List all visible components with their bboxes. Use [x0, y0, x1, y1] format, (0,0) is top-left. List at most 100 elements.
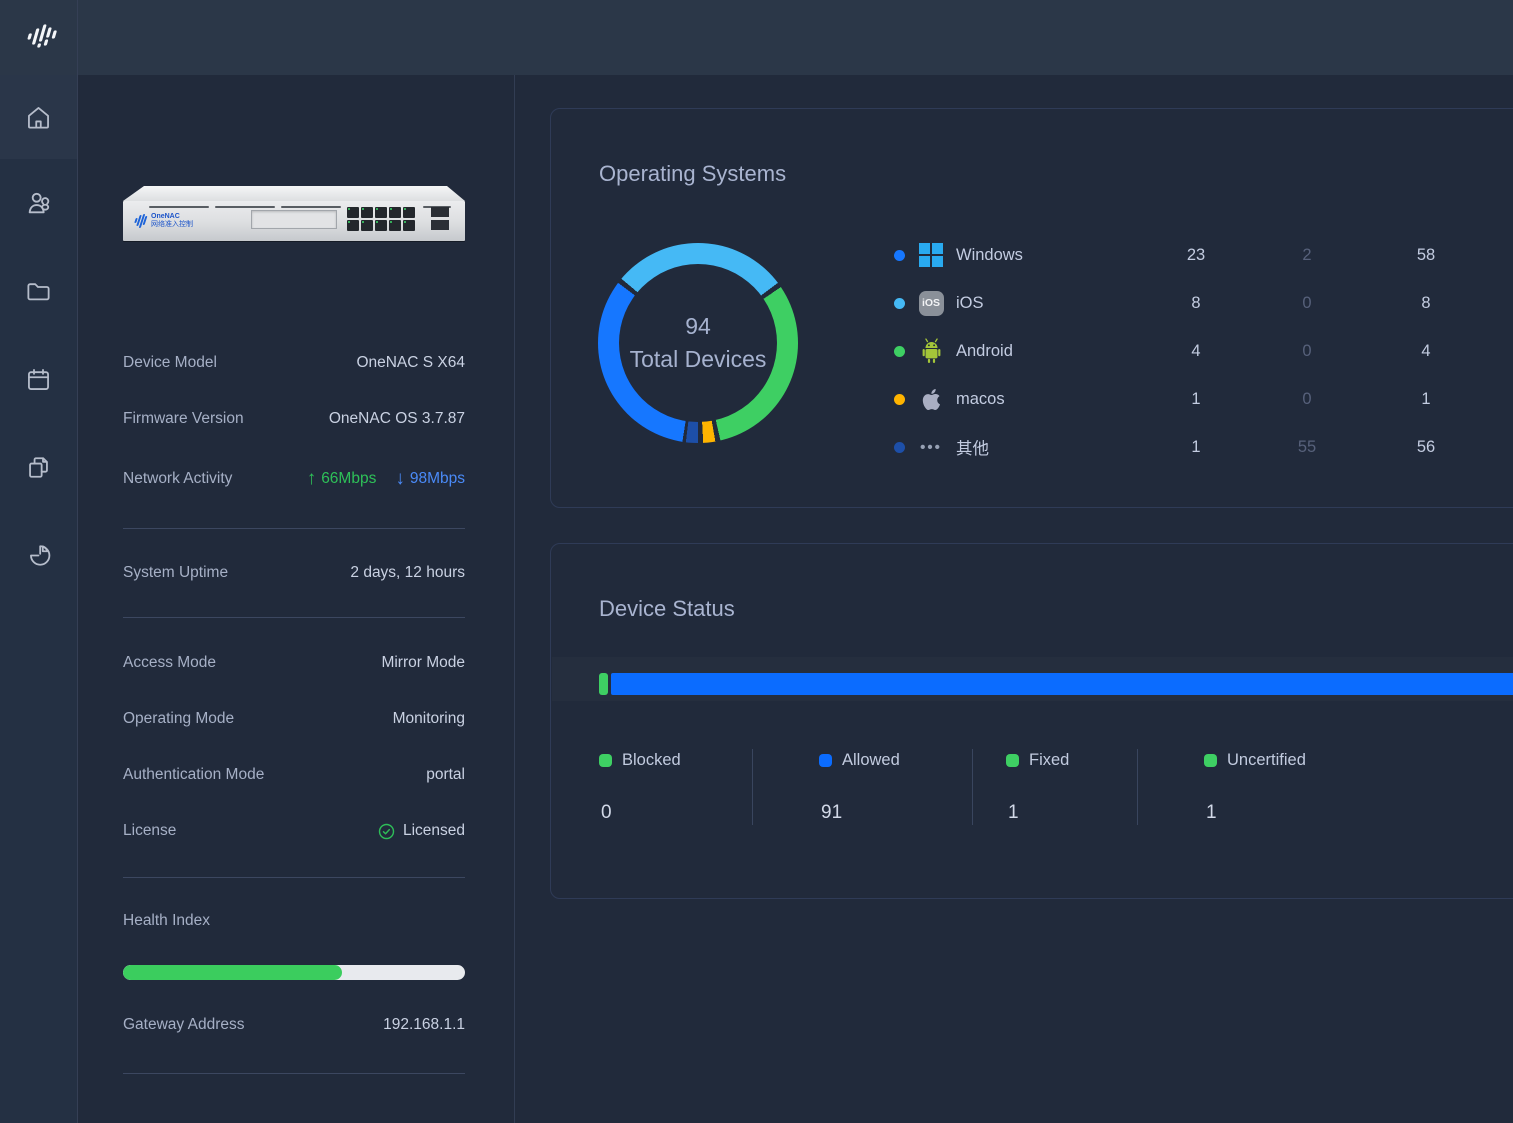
divider — [123, 617, 465, 618]
device-display-slot — [251, 210, 337, 229]
blocked-swatch — [599, 754, 612, 767]
os-legend-row-windows[interactable]: Windows 23 2 58 — [894, 231, 1513, 279]
uncertified-count: 1 — [1206, 802, 1217, 824]
device-brand-sub: 网络准入控制 — [151, 221, 193, 229]
access-mode-value: Mirror Mode — [381, 654, 465, 672]
pie-chart-icon — [25, 542, 52, 569]
status-card-title: Device Status — [599, 596, 735, 622]
macos-dot — [894, 394, 905, 405]
sidebar-item-reports[interactable] — [0, 425, 77, 509]
info-row-access-mode: Access Mode Mirror Mode — [123, 652, 465, 674]
blocked-count: 0 — [601, 802, 612, 824]
legend-divider — [1137, 749, 1138, 825]
network-activity-label: Network Activity — [123, 470, 232, 488]
status-bar-segment-allowed — [611, 673, 1513, 695]
os-count-a: 1 — [1164, 390, 1228, 409]
os-count-b: 0 — [1275, 390, 1339, 409]
license-label: License — [123, 822, 176, 840]
ellipsis-icon: ••• — [918, 434, 944, 460]
device-top-face — [123, 186, 465, 201]
auth-mode-value: portal — [426, 766, 465, 784]
status-legend-fixed[interactable]: Fixed — [1006, 751, 1069, 770]
os-count-b: 0 — [1275, 294, 1339, 313]
total-devices-count: 94 — [685, 313, 711, 340]
operating-mode-label: Operating Mode — [123, 710, 234, 728]
allowed-label: Allowed — [842, 751, 900, 770]
sidebar-item-analytics[interactable] — [0, 513, 77, 597]
operating-systems-card: Operating Systems 94 Total Devices Windo… — [550, 108, 1513, 508]
os-donut-center: 94 Total Devices — [619, 264, 777, 422]
status-legend-uncertified[interactable]: Uncertified — [1204, 751, 1306, 770]
allowed-count: 91 — [821, 802, 842, 824]
status-legend-allowed[interactable]: Allowed — [819, 751, 900, 770]
windows-icon — [918, 242, 944, 268]
os-card-title: Operating Systems — [599, 161, 786, 187]
total-devices-label: Total Devices — [630, 346, 767, 373]
legend-divider — [972, 749, 973, 825]
operating-mode-value: Monitoring — [393, 710, 465, 728]
info-row-firmware: Firmware Version OneNAC OS 3.7.87 — [123, 408, 465, 430]
device-status-card: Device Status Blocked Allowed Fixed Unce… — [550, 543, 1513, 899]
os-count-a: 23 — [1164, 246, 1228, 265]
home-icon — [25, 104, 52, 131]
device-photo: OneNAC 网络准入控制 — [123, 186, 465, 242]
info-row-license: License Licensed — [123, 820, 465, 842]
waveform-logo-icon — [19, 18, 59, 58]
device-sfp-ports — [431, 207, 449, 231]
android-dot — [894, 346, 905, 357]
device-brand-logo-icon — [135, 212, 147, 230]
ios-dot — [894, 298, 905, 309]
sidebar-divider — [77, 0, 78, 1123]
os-count-b: 0 — [1275, 342, 1339, 361]
health-index-label: Health Index — [123, 912, 210, 930]
license-check-icon — [378, 823, 395, 840]
info-row-gateway: Gateway Address 192.168.1.1 — [123, 1014, 465, 1036]
download-arrow-icon: ↓ — [395, 469, 405, 488]
os-label: iOS — [956, 294, 984, 313]
uncertified-swatch — [1204, 754, 1217, 767]
info-row-auth-mode: Authentication Mode portal — [123, 764, 465, 786]
info-row-health: Health Index — [123, 910, 465, 932]
sidebar-item-calendar[interactable] — [0, 337, 77, 421]
device-ethernet-ports — [347, 207, 415, 231]
uncertified-label: Uncertified — [1227, 751, 1306, 770]
network-activity-value: ↑ 66Mbps ↓ 98Mbps — [307, 470, 465, 489]
app-logo[interactable] — [0, 0, 77, 75]
sidebar-item-users[interactable] — [0, 161, 77, 245]
android-icon — [918, 338, 944, 364]
os-label: Android — [956, 342, 1013, 361]
windows-dot — [894, 250, 905, 261]
divider — [123, 877, 465, 878]
fixed-count: 1 — [1008, 802, 1019, 824]
download-speed: 98Mbps — [410, 470, 465, 488]
gateway-label: Gateway Address — [123, 1016, 244, 1034]
os-count-b: 55 — [1275, 438, 1339, 457]
os-count-total: 58 — [1394, 246, 1458, 265]
app-root: OneNAC 网络准入控制 Device Model OneNAC S X64 … — [0, 0, 1513, 1123]
os-legend-row-other[interactable]: ••• 其他 1 55 56 — [894, 423, 1513, 471]
blocked-label: Blocked — [622, 751, 681, 770]
info-row-network-activity: Network Activity ↑ 66Mbps ↓ 98Mbps — [123, 468, 465, 490]
status-bar-segment-green — [599, 673, 608, 695]
os-legend-row-macos[interactable]: macos 1 0 1 — [894, 375, 1513, 423]
top-bar — [0, 0, 1513, 75]
sidebar — [0, 75, 77, 1123]
panel-divider — [514, 75, 515, 1123]
divider — [123, 528, 465, 529]
os-label: macos — [956, 390, 1005, 409]
sidebar-item-folder[interactable] — [0, 249, 77, 333]
ios-icon: iOS — [918, 290, 944, 316]
folder-icon — [25, 278, 52, 305]
upload-arrow-icon: ↑ — [307, 469, 317, 488]
os-count-a: 8 — [1164, 294, 1228, 313]
os-count-a: 1 — [1164, 438, 1228, 457]
os-legend-row-ios[interactable]: iOS iOS 8 0 8 — [894, 279, 1513, 327]
info-row-operating-mode: Operating Mode Monitoring — [123, 708, 465, 730]
os-label: 其他 — [956, 435, 989, 459]
fixed-label: Fixed — [1029, 751, 1069, 770]
allowed-swatch — [819, 754, 832, 767]
os-legend-row-android[interactable]: Android 4 0 4 — [894, 327, 1513, 375]
status-legend-blocked[interactable]: Blocked — [599, 751, 681, 770]
sidebar-item-home[interactable] — [0, 75, 77, 159]
health-index-bar — [123, 965, 465, 980]
